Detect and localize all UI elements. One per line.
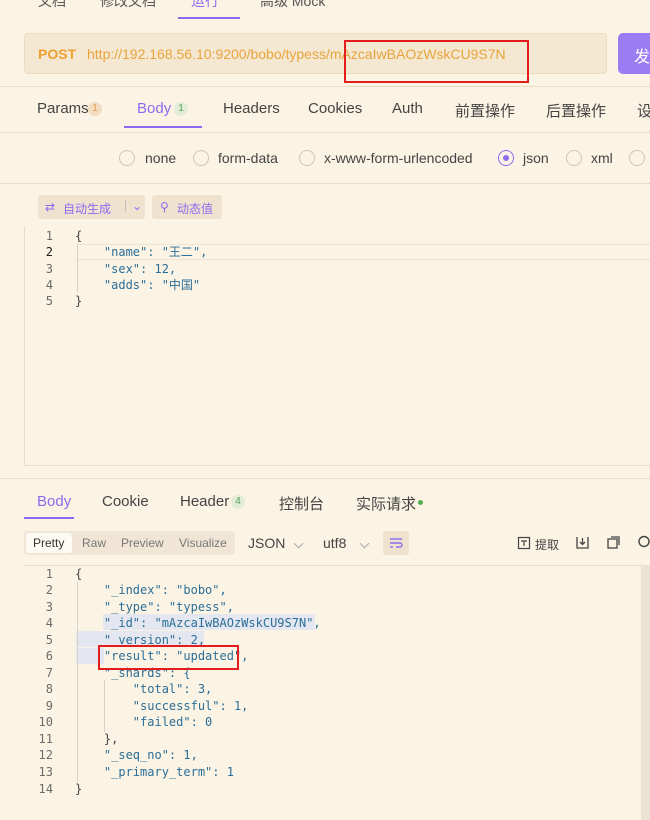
code-line: } [75, 294, 83, 308]
code-line: "adds": "中国" [75, 278, 201, 292]
radio-urlencoded[interactable] [299, 150, 315, 166]
divider [0, 132, 650, 133]
code-line: "name": "王二", [75, 245, 208, 259]
active-request-tab-indicator [124, 126, 202, 128]
extract-button[interactable]: 提取 [535, 536, 559, 553]
code-line: "_seq_no": 1, [75, 748, 198, 762]
radio-json[interactable] [498, 150, 514, 166]
code-line: "total": 3, [75, 682, 213, 696]
active-tab-indicator [178, 17, 240, 19]
tab-edit-doc[interactable]: 修改文档 [100, 0, 156, 11]
radio-label-form-data: form-data [218, 150, 278, 166]
tab-post-actions[interactable]: 后置操作 [546, 100, 606, 121]
radio-none[interactable] [119, 150, 135, 166]
format-select[interactable]: JSON [248, 535, 285, 551]
search-icon[interactable] [637, 535, 650, 550]
top-tabs: 文档 修改文档 运行 高级 Mock [0, 0, 650, 20]
code-line: "_id": "mAzcaIwBAOzWskCU9S7N", [75, 616, 321, 630]
view-mode-visualize[interactable]: Visualize [179, 536, 227, 550]
radio-xml[interactable] [566, 150, 582, 166]
divider [0, 183, 650, 184]
active-response-tab-indicator [24, 517, 74, 519]
send-button[interactable]: 发 [618, 33, 650, 74]
tab-run[interactable]: 运行 [191, 0, 219, 11]
body-count-badge: 1 [174, 102, 188, 116]
code-line: "_index": "bobo", [75, 583, 227, 597]
dynamic-value-button[interactable]: ⚲ 动态值 [152, 195, 222, 219]
view-mode-pretty[interactable]: Pretty [33, 536, 64, 550]
tab-settings[interactable]: 设 [637, 100, 650, 121]
code-line: }, [75, 732, 119, 746]
vertical-scrollbar[interactable] [641, 565, 650, 820]
code-line: "successful": 1, [75, 699, 249, 713]
encoding-select[interactable]: utf8 [323, 535, 346, 551]
refresh-icon: ⇄ [45, 200, 56, 214]
code-line: "_primary_term": 1 [75, 765, 234, 779]
radio-label-none: none [145, 150, 177, 166]
download-icon[interactable] [575, 535, 590, 550]
response-tab-cookie[interactable]: Cookie [102, 493, 149, 510]
response-tab-header[interactable]: Header [180, 493, 229, 510]
chevron-down-icon [293, 538, 304, 549]
auto-generate-button[interactable]: ⇄ 自动生成 | ⌄ [38, 195, 145, 219]
tab-advanced-mock[interactable]: 高级 Mock [260, 0, 325, 11]
view-mode-raw[interactable]: Raw [82, 536, 106, 550]
tab-auth[interactable]: Auth [392, 100, 423, 117]
code-line: { [75, 229, 83, 243]
wrap-icon [390, 538, 403, 548]
url-id-highlight-box [344, 40, 529, 83]
chevron-down-icon [359, 538, 370, 549]
chevron-down-icon[interactable]: ⌄ [132, 199, 142, 213]
code-line: { [75, 567, 83, 581]
tab-headers[interactable]: Headers [223, 100, 280, 117]
radio-label-xml: xml [591, 150, 613, 166]
tab-params[interactable]: Params [37, 100, 89, 117]
header-count-badge: 4 [231, 495, 245, 509]
divider [0, 86, 650, 87]
tab-docs[interactable]: 文档 [38, 0, 66, 11]
result-highlight-box [98, 645, 239, 670]
code-line: "sex": 12, [75, 262, 177, 276]
response-tab-actual-request[interactable]: 实际请求 [356, 493, 416, 514]
view-mode-preview[interactable]: Preview [121, 536, 164, 550]
code-line: "failed": 0 [75, 715, 213, 729]
magic-wand-icon: ⚲ [160, 200, 169, 214]
copy-icon[interactable] [606, 535, 621, 550]
tab-pre-actions[interactable]: 前置操作 [455, 100, 515, 121]
params-count-badge: 1 [88, 102, 102, 116]
response-tab-body[interactable]: Body [37, 493, 71, 510]
radio-more[interactable] [629, 150, 645, 166]
tab-body[interactable]: Body [137, 100, 171, 117]
code-line: } [75, 782, 83, 796]
response-tab-console[interactable]: 控制台 [279, 493, 324, 514]
radio-form-data[interactable] [193, 150, 209, 166]
request-tabs: Params 1 Body 1 Headers Cookies Auth 前置操… [0, 88, 650, 132]
radio-label-json: json [523, 150, 549, 166]
status-dot [418, 500, 423, 505]
radio-label-urlencoded: x-www-form-urlencoded [324, 150, 473, 166]
word-wrap-button[interactable] [383, 531, 409, 555]
divider [0, 478, 650, 479]
http-method[interactable]: POST [38, 46, 76, 62]
extract-icon[interactable] [517, 536, 531, 550]
tab-cookies[interactable]: Cookies [308, 100, 362, 117]
code-line: "_type": "typess", [75, 600, 234, 614]
